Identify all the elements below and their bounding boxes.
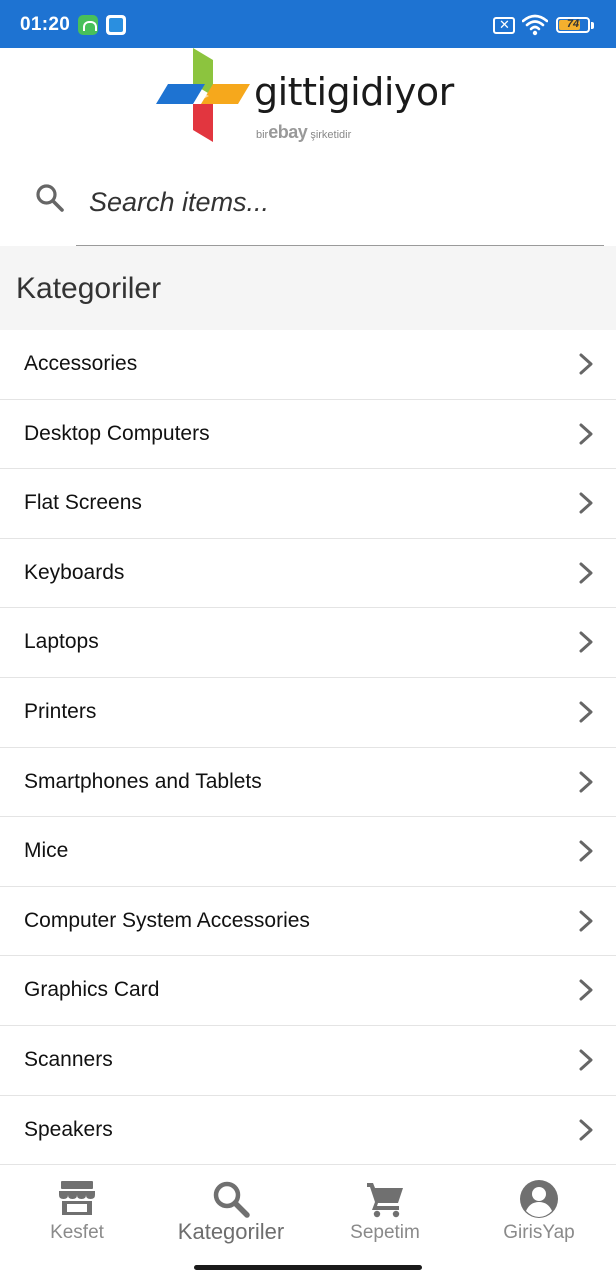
category-item[interactable]: Graphics Card	[0, 956, 616, 1026]
pinwheel-logo-icon	[156, 48, 250, 142]
category-label: Scanners	[24, 1047, 113, 1071]
search-bar	[0, 160, 616, 246]
chevron-right-icon	[579, 423, 593, 445]
store-icon	[59, 1181, 95, 1215]
category-label: Computer System Accessories	[24, 908, 310, 932]
battery-level: 74	[566, 18, 580, 30]
tab-label: Sepetim	[350, 1222, 420, 1243]
category-item[interactable]: Laptops	[0, 608, 616, 678]
cart-icon	[367, 1183, 403, 1218]
category-list: Accessories Desktop Computers Flat Screens…	[0, 330, 616, 1166]
brand-logo: gittigidiyor birebay şirketidir	[0, 48, 616, 148]
tagline-prefix: bir	[256, 129, 269, 141]
category-item[interactable]: Desktop Computers	[0, 399, 616, 470]
category-item[interactable]: Speakers	[0, 1095, 616, 1166]
chevron-right-icon	[579, 492, 593, 514]
category-item[interactable]: Printers	[0, 677, 616, 748]
category-label: Laptops	[24, 630, 99, 654]
search-input[interactable]	[76, 160, 604, 246]
status-bar: 01:20 74	[0, 0, 616, 48]
chevron-right-icon	[579, 771, 593, 793]
chevron-right-icon	[579, 562, 593, 584]
category-label: Graphics Card	[24, 978, 160, 1002]
chevron-right-icon	[579, 353, 593, 375]
tab-label: Kategoriler	[177, 1219, 285, 1244]
chevron-right-icon	[579, 631, 593, 653]
category-item[interactable]: Keyboards	[0, 538, 616, 609]
chevron-right-icon	[579, 840, 593, 862]
chevron-right-icon	[579, 701, 593, 723]
category-item[interactable]: Scanners	[0, 1025, 616, 1096]
battery-icon: 74	[556, 17, 590, 33]
category-item[interactable]: Computer System Accessories	[0, 886, 616, 957]
wifi-icon	[522, 14, 548, 36]
brand-name: gittigidiyor	[254, 70, 454, 114]
category-label: Keyboards	[24, 560, 125, 584]
chevron-right-icon	[579, 1049, 593, 1071]
chevron-right-icon	[579, 1119, 593, 1141]
chevron-right-icon	[579, 910, 593, 932]
android-icon	[78, 15, 98, 35]
category-label: Flat Screens	[24, 491, 142, 515]
tagline-suffix: şirketidir	[310, 129, 352, 141]
tab-kesfet[interactable]: Kesfet	[0, 1165, 154, 1265]
ebay-logo: ebay	[268, 122, 308, 142]
account-icon	[520, 1180, 558, 1218]
home-indicator	[194, 1265, 422, 1270]
category-label: Mice	[24, 839, 69, 863]
category-label: Printers	[24, 699, 97, 723]
tab-label: GirisYap	[503, 1222, 575, 1243]
tab-girisyap[interactable]: GirisYap	[462, 1165, 616, 1265]
status-time: 01:20	[20, 14, 71, 35]
search-icon[interactable]	[34, 182, 66, 214]
chevron-right-icon	[579, 979, 593, 1001]
no-sim-icon	[493, 17, 515, 34]
category-label: Desktop Computers	[24, 421, 210, 445]
app-icon	[106, 15, 126, 35]
tab-kategoriler[interactable]: Kategoriler	[154, 1165, 308, 1265]
tab-sepetim[interactable]: Sepetim	[308, 1165, 462, 1265]
brand-tagline: birebay şirketidir	[256, 122, 351, 143]
category-label: Speakers	[24, 1117, 113, 1141]
category-label: Accessories	[24, 352, 138, 375]
battery-tip	[591, 22, 594, 29]
tab-label: Kesfet	[50, 1222, 104, 1243]
category-item[interactable]: Flat Screens	[0, 469, 616, 539]
search-icon	[213, 1181, 250, 1218]
bottom-tab-bar: Kesfet Kategoriler Sepetim GirisYap	[0, 1165, 616, 1280]
category-label: Smartphones and Tablets	[24, 769, 262, 793]
category-item[interactable]: Smartphones and Tablets	[0, 747, 616, 818]
category-item[interactable]: Mice	[0, 817, 616, 887]
category-item[interactable]: Accessories	[0, 330, 616, 400]
section-title: Kategoriler	[0, 246, 616, 330]
